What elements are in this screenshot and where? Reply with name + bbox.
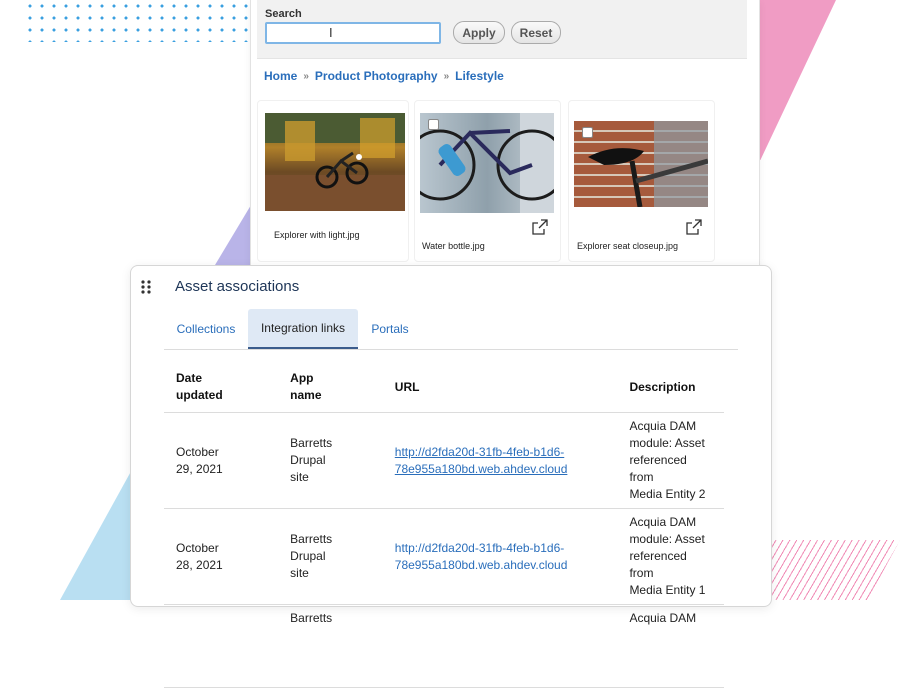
cell-app: Barretts Drupal site <box>278 508 383 605</box>
breadcrumb-lifestyle[interactable]: Lifestyle <box>455 69 504 83</box>
integration-url-link[interactable]: http://d2fda20d-31fb-4feb-b1d6- 78e955a1… <box>395 445 568 476</box>
table-row: October 28, 2021 Barretts Drupal site ht… <box>164 508 724 605</box>
asset-associations-panel: Asset associations Collections Integrati… <box>130 265 772 688</box>
asset-thumbnail[interactable] <box>420 113 554 213</box>
cell-date: October 28, 2021 <box>164 508 279 605</box>
asset-browser-panel: Search I Apply Reset Home » Product Phot… <box>250 0 760 301</box>
breadcrumb: Home » Product Photography » Lifestyle <box>264 69 504 83</box>
asset-thumbnail[interactable] <box>265 113 405 211</box>
cell-description: Acquia DAM module: Asset referenced from… <box>617 412 724 509</box>
search-label: Search <box>265 8 302 20</box>
breadcrumb-home[interactable]: Home <box>264 69 297 83</box>
table-header-row: Date updated App name URL Description <box>164 362 724 413</box>
tab-portals[interactable]: Portals <box>358 309 422 349</box>
breadcrumb-separator: » <box>303 70 309 82</box>
decorative-dot-pattern <box>24 0 254 42</box>
external-link-icon[interactable] <box>686 219 702 235</box>
cell-date: October 29, 2021 <box>164 412 279 509</box>
panel-title: Asset associations <box>175 278 300 295</box>
column-header-app: App name <box>278 362 383 413</box>
asset-card[interactable]: Explorer with light.jpg <box>257 100 409 262</box>
integration-links-table: Date updated App name URL Description Oc… <box>164 362 724 688</box>
asset-card[interactable]: Explorer seat closeup.jpg <box>568 100 715 262</box>
cell-app: Barretts <box>278 604 383 688</box>
asset-name: Explorer seat closeup.jpg <box>577 241 679 251</box>
apply-button[interactable]: Apply <box>453 21 505 44</box>
search-bar: Search I Apply Reset <box>257 0 747 59</box>
integration-url-link[interactable]: http://d2fda20d-31fb-4feb-b1d6- 78e955a1… <box>395 541 568 572</box>
breadcrumb-product-photography[interactable]: Product Photography <box>315 69 438 83</box>
tab-bar: Collections Integration links Portals <box>164 309 738 350</box>
cell-description: Acquia DAM module: Asset referenced from… <box>617 508 724 605</box>
search-input[interactable]: I <box>265 22 441 44</box>
decorative-blue-shape <box>60 455 140 600</box>
bike-image <box>588 121 708 207</box>
cell-app: Barretts Drupal site <box>278 412 383 509</box>
tab-collections[interactable]: Collections <box>164 309 248 349</box>
table-row: October 29, 2021 Barretts Drupal site ht… <box>164 412 724 509</box>
asset-checkbox[interactable] <box>582 127 593 138</box>
asset-name: Water bottle.jpg <box>422 241 485 251</box>
breadcrumb-separator: » <box>443 70 450 82</box>
cell-description: Acquia DAM <box>617 604 724 688</box>
asset-thumbnail[interactable] <box>574 121 708 207</box>
asset-checkbox[interactable] <box>428 119 439 130</box>
tab-integration-links[interactable]: Integration links <box>248 309 358 349</box>
asset-name: Explorer with light.jpg <box>274 230 360 240</box>
column-header-description: Description <box>617 362 724 413</box>
text-cursor-icon: I <box>329 25 333 40</box>
asset-card[interactable]: Water bottle.jpg <box>414 100 561 262</box>
cell-date <box>164 604 279 688</box>
drag-handle-icon[interactable] <box>140 280 152 294</box>
table-row: Barretts Acquia DAM <box>164 604 724 688</box>
reset-button[interactable]: Reset <box>511 21 561 44</box>
decorative-pink-shape <box>752 0 836 160</box>
external-link-icon[interactable] <box>532 219 548 235</box>
bike-image <box>265 113 405 211</box>
column-header-url: URL <box>382 362 618 413</box>
column-header-date: Date updated <box>164 362 279 413</box>
bike-image <box>420 113 554 213</box>
